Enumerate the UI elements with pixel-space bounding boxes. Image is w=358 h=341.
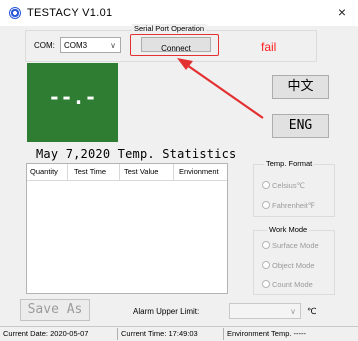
column-header-quantity: Quantity	[30, 167, 58, 176]
save-as-label: Save As	[27, 302, 83, 317]
column-header-environment: Envionment	[179, 167, 219, 176]
radio-icon	[262, 241, 270, 249]
english-language-label: ENG	[288, 118, 313, 133]
column-header-test-value: Test Value	[124, 167, 159, 176]
surface-mode-label: Surface Mode	[272, 241, 319, 250]
temperature-readout: --.-	[48, 85, 97, 109]
fahrenheit-label: Fahrenheit℉	[272, 201, 315, 210]
table-header: Quantity Test Time Test Value Envionment	[27, 164, 227, 181]
count-mode-radio[interactable]: Count Mode	[262, 280, 313, 289]
save-as-button[interactable]: Save As	[20, 299, 90, 321]
object-mode-label: Object Mode	[272, 261, 315, 270]
temp-format-group-label: Temp. Format	[264, 159, 315, 168]
statistics-title: May 7,2020 Temp. Statistics	[36, 147, 237, 161]
chevron-down-icon: ∨	[290, 307, 296, 316]
radio-icon	[262, 181, 270, 189]
environment-temp-status: Environment Temp. -----	[227, 329, 307, 338]
celsius-radio[interactable]: Celsius℃	[262, 181, 305, 190]
fahrenheit-radio[interactable]: Fahrenheit℉	[262, 201, 315, 210]
alarm-upper-limit-label: Alarm Upper Limit:	[133, 307, 200, 316]
chinese-language-label: 中文	[287, 79, 314, 94]
current-date-status: Current Date: 2020-05-07	[0, 328, 118, 340]
work-mode-group-label: Work Mode	[267, 225, 310, 234]
radio-icon	[262, 201, 270, 209]
alarm-limit-select[interactable]: ∨	[229, 303, 301, 319]
temperature-display: --.-	[27, 63, 118, 142]
celsius-unit-label: ℃	[307, 306, 317, 316]
status-bar: Current Date: 2020-05-07 Current Time: 1…	[0, 326, 358, 341]
count-mode-label: Count Mode	[272, 280, 313, 289]
radio-icon	[262, 280, 270, 288]
english-language-button[interactable]: ENG	[272, 114, 329, 138]
current-time-status: Current Time: 17:49:03	[118, 328, 224, 340]
celsius-label: Celsius℃	[272, 181, 306, 190]
column-header-test-time: Test Time	[74, 167, 107, 176]
app-window: TESTACY V1.01 × Serial Port Operation CO…	[0, 0, 358, 341]
object-mode-radio[interactable]: Object Mode	[262, 261, 315, 270]
surface-mode-radio[interactable]: Surface Mode	[262, 241, 319, 250]
radio-icon	[262, 261, 270, 269]
chinese-language-button[interactable]: 中文	[272, 75, 329, 99]
statistics-table[interactable]: Quantity Test Time Test Value Envionment	[26, 163, 228, 294]
